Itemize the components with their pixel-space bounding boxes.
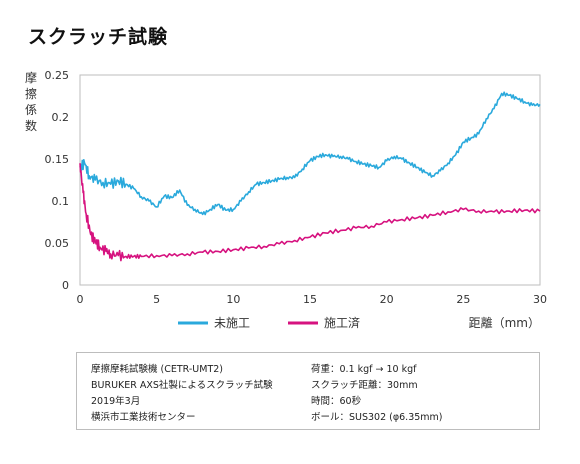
info-date: 2019年3月 — [91, 396, 141, 407]
x-tick-label: 20 — [380, 293, 394, 306]
y-tick-label: 0.05 — [45, 237, 70, 250]
y-tick-label: 0.25 — [45, 69, 70, 82]
info-load: 荷重：0.1 kgf → 10 kgf — [311, 364, 417, 375]
info-left-column: 摩擦摩耗試験機 (CETR-UMT2) BURUKER AXS社製によるスクラッ… — [91, 362, 273, 426]
legend-label-0: 未施工 — [214, 316, 250, 330]
series-line-1 — [79, 163, 541, 262]
info-test-type: BURUKER AXS社製によるスクラッチ試験 — [91, 380, 273, 391]
y-tick-label: 0.15 — [45, 153, 70, 166]
friction-chart: 摩擦係数 0 0.05 0.1 0.15 0.2 0.25 0 5 10 15 20 25 30 未施工 施工… — [25, 69, 547, 330]
x-tick-label: 5 — [153, 293, 160, 306]
info-time: 時間：60秒 — [311, 396, 362, 407]
series-line-0 — [79, 91, 541, 216]
x-tick-label: 25 — [456, 293, 470, 306]
info-facility: 横浜市工業技術センター — [91, 412, 196, 423]
y-tick-label: 0.2 — [52, 111, 70, 124]
y-tick-label: 0.1 — [52, 195, 70, 208]
y-axis-label-char: 数 — [25, 118, 37, 133]
y-axis-label-char: 擦 — [25, 87, 37, 101]
plot-frame — [79, 74, 541, 286]
y-tick-label: 0 — [62, 279, 69, 292]
info-machine: 摩擦摩耗試験機 (CETR-UMT2) — [91, 364, 224, 375]
y-axis-label-char: 摩 — [25, 70, 37, 85]
x-tick-label: 10 — [226, 293, 240, 306]
test-conditions-box: 摩擦摩耗試験機 (CETR-UMT2) BURUKER AXS社製によるスクラッ… — [76, 352, 540, 430]
info-right-column: 荷重：0.1 kgf → 10 kgf スクラッチ距離：30mm 時間：60秒 … — [311, 362, 443, 426]
x-tick-label: 0 — [77, 293, 84, 306]
legend-label-1: 施工済 — [324, 315, 360, 330]
x-tick-label: 30 — [533, 293, 547, 306]
info-ball: ボール：SUS302 (φ6.35mm) — [311, 412, 443, 423]
info-distance: スクラッチ距離：30mm — [311, 380, 418, 391]
x-tick-label: 15 — [303, 293, 317, 306]
x-axis-label: 距離（mm） — [469, 316, 540, 330]
y-axis-label-char: 係 — [25, 103, 37, 117]
